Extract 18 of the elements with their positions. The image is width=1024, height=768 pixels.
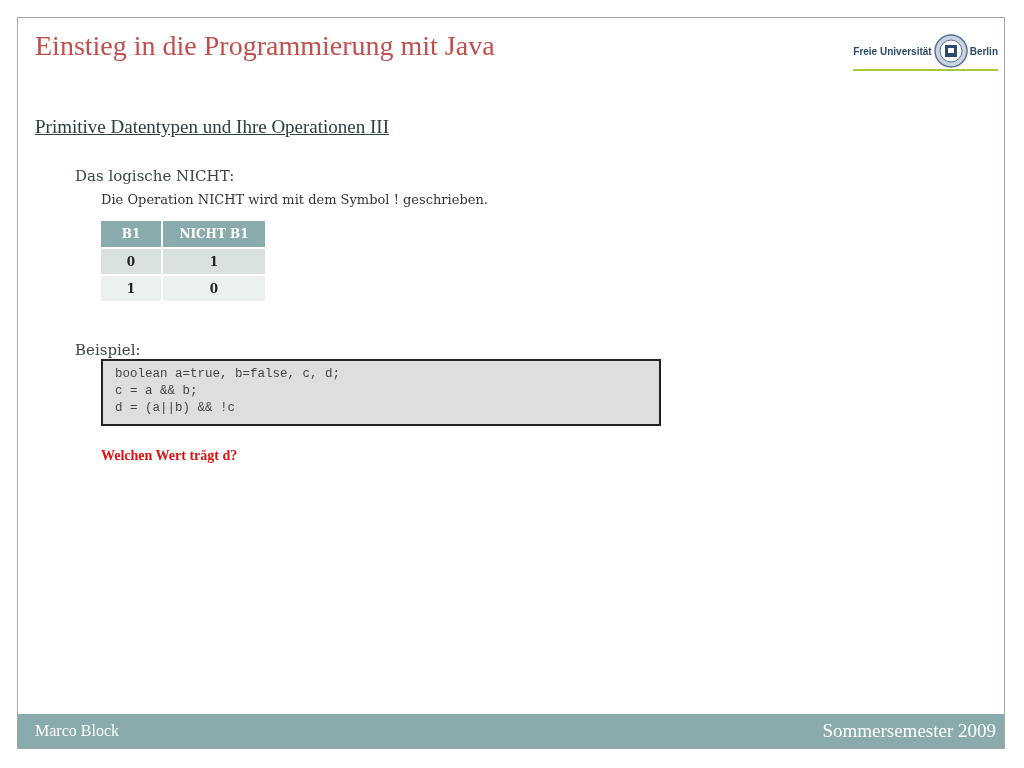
university-logo: Freie Universität Berlin <box>853 34 998 71</box>
author-name: Marco Block <box>35 722 119 740</box>
question-text: Welchen Wert trägt d? <box>101 448 239 464</box>
column-header: B1 <box>101 221 161 247</box>
code-line: d = (a||b) && !c <box>115 400 237 417</box>
slide-subtitle: Primitive Datentypen und Ihre Operationen III <box>35 116 391 138</box>
code-line: c = a && b; <box>115 383 199 400</box>
column-header: NICHT B1 <box>163 221 265 247</box>
table-cell: 0 <box>101 249 161 274</box>
semester-label: Sommersemester 2009 <box>822 720 996 742</box>
body-text: Die Operation NICHT wird mit dem Symbol ! geschrieben. <box>101 192 489 207</box>
section-heading: Das logische NICHT: <box>75 167 236 185</box>
slide-title: Einstieg in die Programmierung mit Java <box>35 30 495 62</box>
table-cell: 1 <box>163 249 265 274</box>
table-cell: 1 <box>101 276 161 301</box>
code-line: boolean a=true, b=false, c, d; <box>115 366 342 383</box>
section-heading: Beispiel: <box>75 341 142 359</box>
table-cell: 0 <box>163 276 265 301</box>
